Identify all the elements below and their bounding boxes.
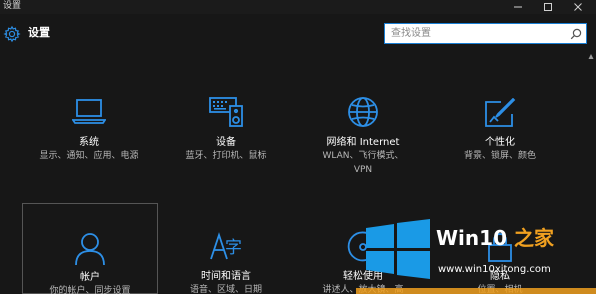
page-title: 设置: [28, 26, 50, 39]
tile-time-language[interactable]: 字 时间和语言 语音、区域、日期: [163, 203, 289, 294]
minimize-button[interactable]: [504, 0, 532, 14]
tile-description: 语音、区域、日期: [189, 285, 262, 294]
globe-icon: [348, 97, 378, 127]
svg-text:字: 字: [225, 238, 242, 258]
personalize-icon: [485, 98, 516, 127]
maximize-button[interactable]: [534, 0, 562, 14]
tile-label: 时间和语言: [201, 271, 251, 282]
tile-network[interactable]: 网络和 Internet WLAN、飞行模式、VPN: [300, 92, 426, 192]
watermark-brand-suffix: 之家: [513, 226, 554, 250]
tile-label: 帐户: [80, 272, 100, 283]
window-title: 设置: [3, 1, 22, 11]
tile-accounts[interactable]: 帐户 你的帐户、同步设置: [22, 203, 158, 294]
maximize-icon: [544, 3, 552, 11]
tile-description: 你的帐户、同步设置: [49, 286, 131, 294]
tile-personalization[interactable]: 个性化 背景、锁屏、颜色: [437, 92, 563, 192]
search-icon[interactable]: [570, 28, 582, 40]
search-box[interactable]: [384, 23, 587, 44]
gear-icon: [3, 25, 21, 43]
tile-system[interactable]: 系统 显示、通知、应用、电源: [26, 92, 152, 192]
close-icon: [574, 3, 582, 11]
tile-label: 网络和 Internet: [326, 137, 400, 148]
tile-label: 个性化: [485, 137, 515, 148]
watermark: Win10 之家 www.win10xitong.com: [356, 209, 596, 294]
tile-description: 显示、通知、应用、电源: [39, 151, 139, 161]
tile-description: WLAN、飞行模式、VPN: [322, 151, 404, 175]
person-icon: [75, 233, 105, 266]
search-input[interactable]: [391, 25, 561, 42]
tile-description: 蓝牙、打印机、鼠标: [185, 151, 267, 161]
tile-devices[interactable]: 设备 蓝牙、打印机、鼠标: [163, 92, 289, 192]
minimize-icon: [514, 6, 522, 8]
tile-label: 系统: [79, 137, 99, 148]
time-language-icon: 字: [210, 232, 242, 260]
watermark-bar: [356, 288, 596, 294]
title-bar: 设置: [0, 0, 596, 14]
tile-label: 设备: [216, 137, 236, 148]
devices-icon: [209, 97, 243, 127]
watermark-brand-prefix: Win10: [436, 226, 507, 250]
windows-logo: [366, 219, 430, 279]
watermark-brand: Win10 之家: [436, 226, 554, 250]
watermark-url: www.win10xitong.com: [438, 264, 551, 275]
tile-description: 背景、锁屏、颜色: [463, 151, 536, 161]
laptop-icon: [72, 99, 106, 124]
close-button[interactable]: [564, 0, 592, 14]
